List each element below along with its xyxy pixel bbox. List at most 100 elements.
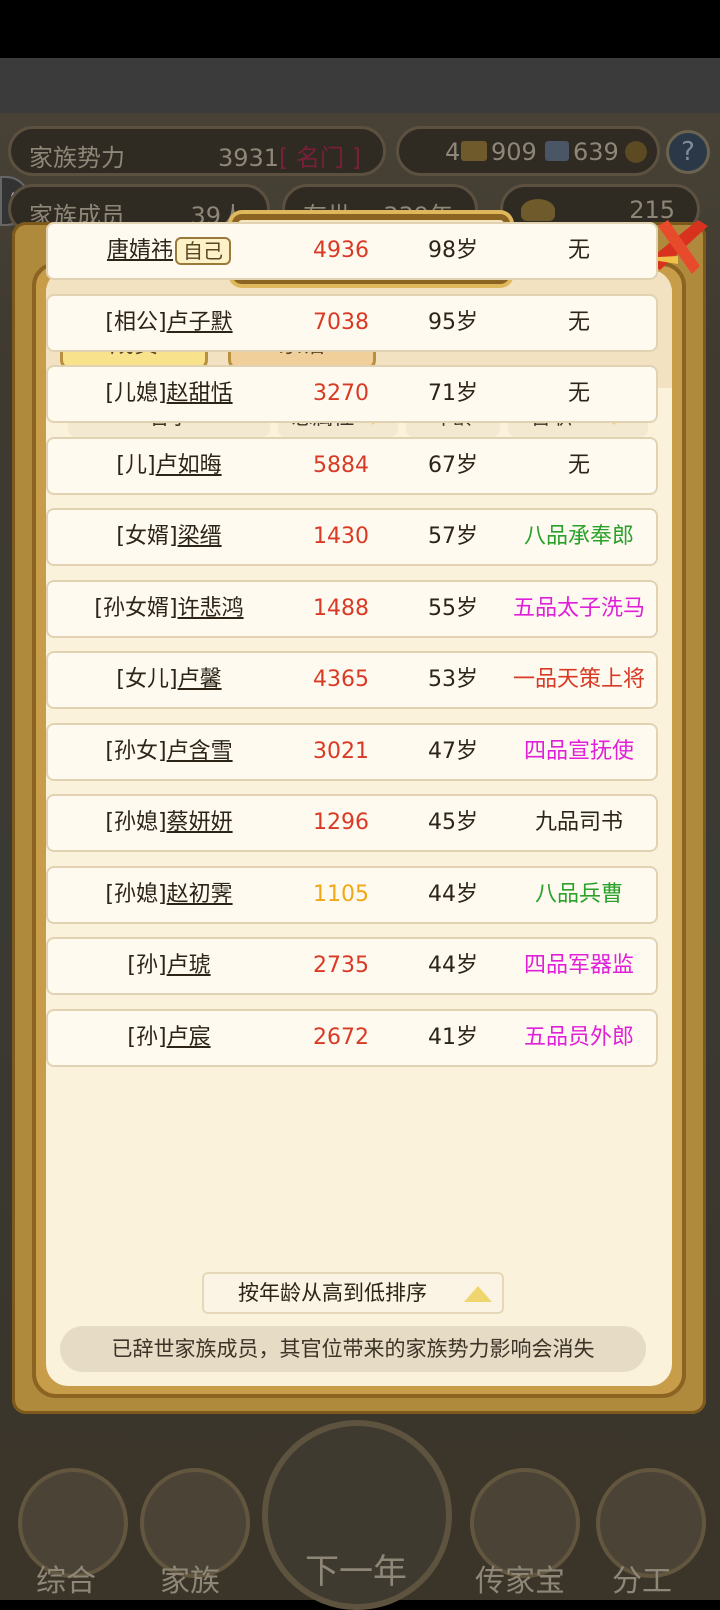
table-row[interactable]: [女儿]卢馨 4365 53岁 一品天策上将 bbox=[46, 651, 658, 709]
table-row[interactable]: [孙女]卢含雪 3021 47岁 四品宣抚使 bbox=[46, 722, 658, 781]
member-relation: [孙女] bbox=[105, 738, 167, 764]
member-relation: [相公] bbox=[105, 309, 167, 335]
member-post: 无 bbox=[567, 238, 590, 263]
table-row[interactable]: 唐婧祎 自己 4936 98岁 无 bbox=[46, 222, 658, 280]
family-power-panel[interactable]: 家族势力 3931[ 名门 ] bbox=[8, 126, 386, 176]
nav-label-family: 家族 bbox=[160, 1564, 220, 1599]
member-name-cell: [女婿]梁缙 bbox=[48, 510, 290, 564]
family-power-value: 3931 bbox=[217, 144, 280, 172]
member-name-cell: [孙女婿]许悲鸿 bbox=[48, 582, 290, 636]
notice-bar: 已辞世家族成员，其官位带来的家族势力影响会消失 bbox=[60, 1326, 646, 1372]
member-age: 45岁 bbox=[428, 810, 478, 835]
member-name-link[interactable]: 蔡妍妍 bbox=[167, 810, 233, 835]
member-attribute: 1105 bbox=[313, 881, 369, 907]
member-post: 九品司书 bbox=[534, 810, 623, 835]
nav-label-next-year: 下一年 bbox=[305, 1552, 407, 1592]
member-attribute: 1488 bbox=[313, 595, 369, 621]
silver-icon bbox=[545, 141, 569, 161]
table-row[interactable]: [孙女婿]许悲鸿 1488 55岁 五品太子洗马 bbox=[46, 579, 658, 638]
coin-icon bbox=[625, 141, 647, 163]
member-attribute: 4365 bbox=[313, 667, 369, 692]
member-name-link[interactable]: 赵甜恬 bbox=[167, 381, 233, 406]
table-row[interactable]: [儿]卢如晦 5884 67岁 无 bbox=[46, 436, 658, 495]
member-attribute: 2735 bbox=[313, 953, 369, 978]
member-name-cell: 唐婧祎 自己 bbox=[48, 224, 290, 278]
table-row[interactable]: [孙媳]赵初霁 1105 44岁 八品兵曹 bbox=[46, 865, 658, 924]
member-age: 55岁 bbox=[428, 595, 478, 621]
member-age: 67岁 bbox=[428, 452, 478, 478]
member-name-cell: [孙]卢宸 bbox=[48, 1011, 290, 1065]
help-button[interactable]: ? bbox=[666, 130, 710, 174]
member-relation: [孙] bbox=[127, 1024, 167, 1050]
member-relation: [孙媳] bbox=[105, 810, 167, 835]
member-age: 57岁 bbox=[428, 524, 478, 549]
member-post: 四品军器监 bbox=[523, 953, 634, 978]
member-name-link[interactable]: 梁缙 bbox=[178, 524, 222, 549]
member-name-link[interactable]: 许悲鸿 bbox=[178, 596, 244, 621]
member-attribute: 5884 bbox=[313, 452, 369, 478]
member-post: 一品天策上将 bbox=[512, 667, 645, 692]
member-age: 71岁 bbox=[428, 381, 478, 406]
member-post: 无 bbox=[567, 452, 590, 478]
family-power-label: 家族势力 bbox=[29, 144, 125, 172]
member-age: 98岁 bbox=[428, 238, 478, 263]
member-attribute: 4936 bbox=[313, 238, 369, 263]
member-age: 53岁 bbox=[428, 667, 478, 692]
sort-up-icon bbox=[464, 1286, 492, 1302]
member-name-cell: [儿媳]赵甜恬 bbox=[48, 367, 290, 421]
gold-bar-icon bbox=[461, 141, 487, 161]
member-name-cell: [孙女]卢含雪 bbox=[48, 725, 290, 779]
table-row[interactable]: [儿媳]赵甜恬 3270 71岁 无 bbox=[46, 365, 658, 423]
member-attribute: 7038 bbox=[313, 309, 369, 335]
member-relation: [儿] bbox=[116, 452, 156, 478]
member-relation: [孙媳] bbox=[105, 881, 167, 907]
member-relation: [女儿] bbox=[116, 667, 178, 692]
gold-count: 4 bbox=[445, 138, 461, 166]
member-name-link[interactable]: 卢含雪 bbox=[167, 739, 233, 764]
member-age: 44岁 bbox=[428, 881, 478, 907]
member-name-link[interactable]: 卢宸 bbox=[167, 1025, 211, 1050]
member-name-link[interactable]: 卢琥 bbox=[167, 953, 211, 978]
member-post: 四品宣抚使 bbox=[523, 738, 634, 764]
member-name-cell: [孙媳]蔡妍妍 bbox=[48, 796, 290, 850]
member-post: 五品员外郎 bbox=[523, 1024, 634, 1050]
member-attribute: 3270 bbox=[313, 381, 369, 406]
member-age: 95岁 bbox=[428, 309, 478, 335]
member-name-link[interactable]: 卢馨 bbox=[178, 667, 222, 692]
silver-b-count: 639 bbox=[573, 138, 619, 166]
self-badge: 自己 bbox=[175, 237, 231, 265]
top-band bbox=[0, 58, 720, 113]
table-row[interactable]: [孙]卢宸 2672 41岁 五品员外郎 bbox=[46, 1008, 658, 1067]
member-name-link[interactable]: 卢如晦 bbox=[156, 453, 222, 478]
member-relation: [孙] bbox=[127, 953, 167, 978]
family-power-value-group: 3931[ 名门 ] bbox=[218, 138, 361, 173]
nav-label-heirloom: 传家宝 bbox=[475, 1564, 565, 1599]
member-post: 八品兵曹 bbox=[534, 881, 623, 907]
family-rank: [ 名门 ] bbox=[279, 144, 361, 172]
member-attribute: 2672 bbox=[313, 1024, 369, 1050]
member-age: 41岁 bbox=[428, 1024, 478, 1050]
table-row[interactable]: [女婿]梁缙 1430 57岁 八品承奉郎 bbox=[46, 508, 658, 566]
member-name-link[interactable]: 卢子默 bbox=[167, 310, 233, 335]
sort-order-button[interactable]: 按年龄从高到低排序 bbox=[202, 1272, 504, 1314]
member-post: 八品承奉郎 bbox=[523, 524, 634, 549]
nav-label-division: 分工 bbox=[612, 1564, 672, 1599]
member-name-link[interactable]: 唐婧祎 bbox=[107, 238, 173, 263]
member-post: 无 bbox=[567, 381, 590, 406]
member-name-cell: [相公]卢子默 bbox=[48, 296, 290, 350]
member-post: 无 bbox=[567, 309, 590, 335]
silver-a-count: 909 bbox=[491, 138, 537, 166]
sort-order-label: 按年龄从高到低排序 bbox=[238, 1281, 427, 1305]
member-name-cell: [孙]卢琥 bbox=[48, 939, 290, 993]
table-row[interactable]: [相公]卢子默 7038 95岁 无 bbox=[46, 293, 658, 352]
currency-panel[interactable]: 4 909 639 bbox=[396, 126, 660, 176]
member-name-link[interactable]: 赵初霁 bbox=[167, 882, 233, 907]
table-row[interactable]: [孙]卢琥 2735 44岁 四品军器监 bbox=[46, 937, 658, 995]
member-relation: [孙女婿] bbox=[94, 595, 178, 621]
member-attribute: 1430 bbox=[313, 524, 369, 549]
member-list[interactable]: 唐婧祎 自己 4936 98岁无 [相公]卢子默 7038 95岁无 [儿媳]赵甜恬 3270 7… bbox=[46, 222, 672, 1266]
table-row[interactable]: [孙媳]蔡妍妍 1296 45岁 九品司书 bbox=[46, 794, 658, 852]
member-post: 五品太子洗马 bbox=[512, 595, 645, 621]
status-bar bbox=[0, 0, 720, 58]
member-age: 47岁 bbox=[428, 738, 478, 764]
